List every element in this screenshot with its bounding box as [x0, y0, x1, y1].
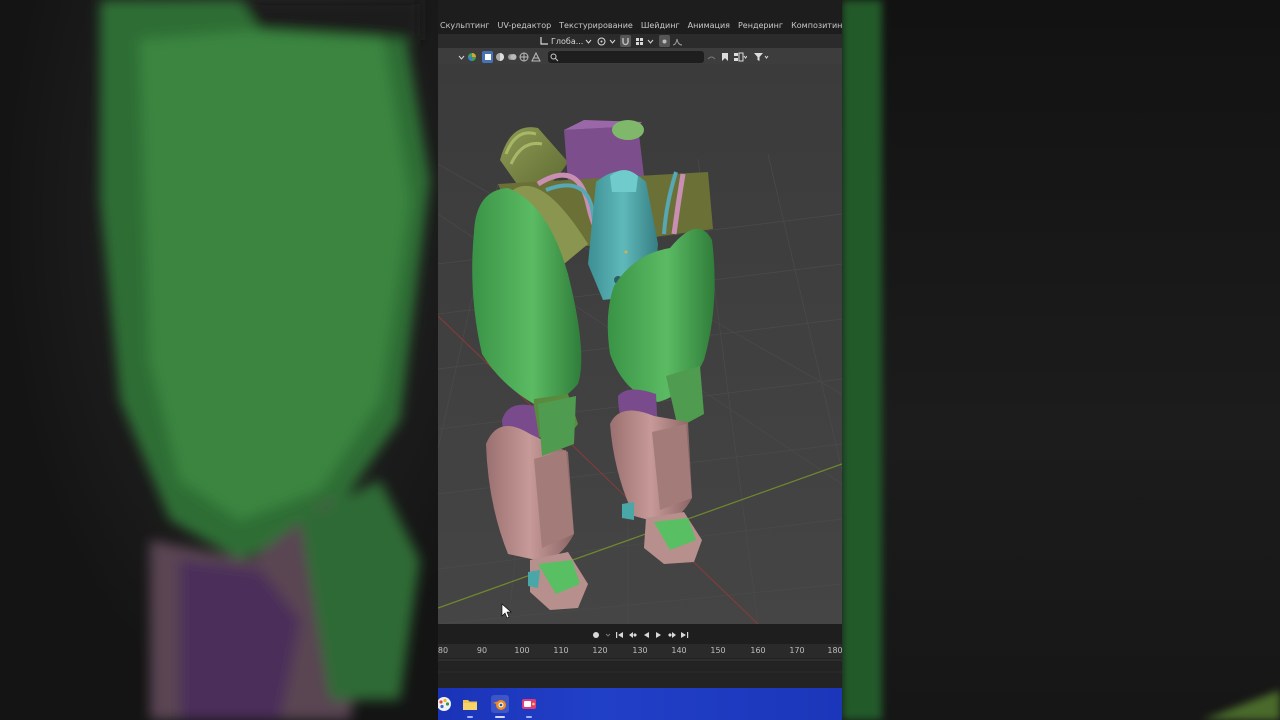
sphere-shading-icon[interactable] — [494, 51, 505, 63]
chevron-down-icon[interactable] — [607, 35, 618, 47]
paint-app-icon[interactable] — [438, 696, 452, 712]
pivot-icon — [597, 37, 606, 45]
blurred-background-left — [0, 0, 438, 720]
proportional-edit-toggle[interactable] — [659, 35, 670, 47]
prev-keyframe-button[interactable] — [628, 629, 638, 641]
taskbar — [438, 688, 842, 720]
3d-viewport[interactable] — [438, 64, 842, 624]
tab-compositing[interactable]: Композитинг — [789, 18, 842, 34]
material-icon[interactable] — [506, 51, 517, 63]
frame-number: 140 — [671, 646, 687, 655]
frame-number: 80 — [438, 646, 449, 655]
chevron-down-icon — [605, 633, 610, 637]
pivot-point-button[interactable] — [596, 35, 607, 47]
frame-number: 130 — [632, 646, 648, 655]
render-preview-icon[interactable] — [530, 51, 541, 63]
skip-start-icon — [616, 632, 623, 638]
transform-orientation-dropdown[interactable]: Глоба... — [539, 35, 592, 47]
blender-icon[interactable] — [491, 695, 509, 713]
toggle-icon — [707, 56, 716, 59]
playback-controls — [438, 627, 842, 643]
frame-number: 110 — [553, 646, 569, 655]
jump-start-button[interactable] — [615, 629, 625, 641]
tab-rendering[interactable]: Рендеринг — [736, 18, 789, 34]
globe-icon[interactable] — [518, 51, 529, 63]
frame-number: 160 — [750, 646, 766, 655]
frame-number: 180 — [827, 646, 842, 655]
search-input[interactable] — [548, 51, 704, 63]
frame-number: 150 — [710, 646, 726, 655]
display-mode-icon — [734, 52, 747, 62]
scene-icon[interactable] — [466, 51, 477, 63]
jump-end-button[interactable] — [680, 629, 690, 641]
bookmark-icon — [721, 53, 728, 61]
app-indicator — [495, 716, 505, 718]
viewport-header: Глоба... — [438, 34, 842, 48]
frame-number: 90 — [476, 646, 488, 655]
tab-texturing[interactable]: Текстурирование — [557, 18, 639, 34]
tab-shading[interactable]: Шейдинг — [639, 18, 686, 34]
tab-sculpting[interactable]: Скульптинг — [438, 18, 496, 34]
snap-toggle[interactable] — [620, 35, 631, 47]
play-icon — [655, 632, 661, 638]
dot-icon — [662, 39, 667, 43]
funnel-icon — [754, 53, 769, 61]
workspace-tabs: Скульптинг UV-редактор Текстурирование Ш… — [438, 18, 842, 34]
chevron-down-icon[interactable] — [645, 35, 656, 47]
display-mode-button[interactable] — [732, 51, 748, 63]
blurred-background-right — [842, 0, 1280, 720]
timeline-track[interactable] — [438, 658, 842, 688]
record-button[interactable] — [591, 629, 601, 641]
blender-window: Скульптинг UV-редактор Текстурирование Ш… — [438, 0, 842, 720]
tab-animation[interactable]: Анимация — [686, 18, 736, 34]
title-area — [438, 0, 842, 18]
view-header-bar — [438, 50, 842, 64]
falloff-button[interactable] — [672, 35, 683, 47]
app-indicator — [467, 716, 473, 718]
file-explorer-icon[interactable] — [462, 696, 478, 712]
frame-number: 170 — [789, 646, 805, 655]
record-icon — [592, 632, 599, 638]
play-reverse-icon — [643, 632, 649, 638]
filter-button[interactable] — [752, 51, 770, 63]
app-indicator — [526, 716, 532, 718]
camera-app-icon[interactable] — [521, 696, 537, 712]
select-box-icon — [484, 54, 491, 60]
orientation-axes-icon — [540, 37, 548, 45]
frame-ruler[interactable]: 80 90 100 110 120 130 140 150 160 170 18… — [438, 644, 842, 658]
search-icon — [550, 53, 559, 61]
filter-toggle-button[interactable] — [706, 51, 717, 63]
tab-uv-editor[interactable]: UV-редактор — [496, 18, 558, 34]
select-box-button[interactable] — [482, 51, 493, 63]
snap-target-button[interactable] — [634, 35, 645, 47]
scene-render — [438, 64, 842, 624]
frame-number: 100 — [514, 646, 530, 655]
skip-end-icon — [681, 632, 689, 638]
grid-snap-icon — [636, 37, 643, 45]
falloff-curve-icon — [672, 38, 683, 45]
keying-dropdown[interactable] — [604, 629, 612, 641]
magnet-icon — [622, 37, 629, 45]
play-reverse-button[interactable] — [641, 629, 651, 641]
frame-number: 120 — [592, 646, 608, 655]
prev-keyframe-icon — [628, 632, 637, 638]
chevron-down-icon — [585, 39, 592, 44]
bookmark-button[interactable] — [719, 51, 730, 63]
next-keyframe-button[interactable] — [667, 629, 677, 641]
play-button[interactable] — [654, 629, 664, 641]
transform-orientation-label: Глоба... — [551, 36, 584, 46]
next-keyframe-icon — [667, 632, 676, 638]
